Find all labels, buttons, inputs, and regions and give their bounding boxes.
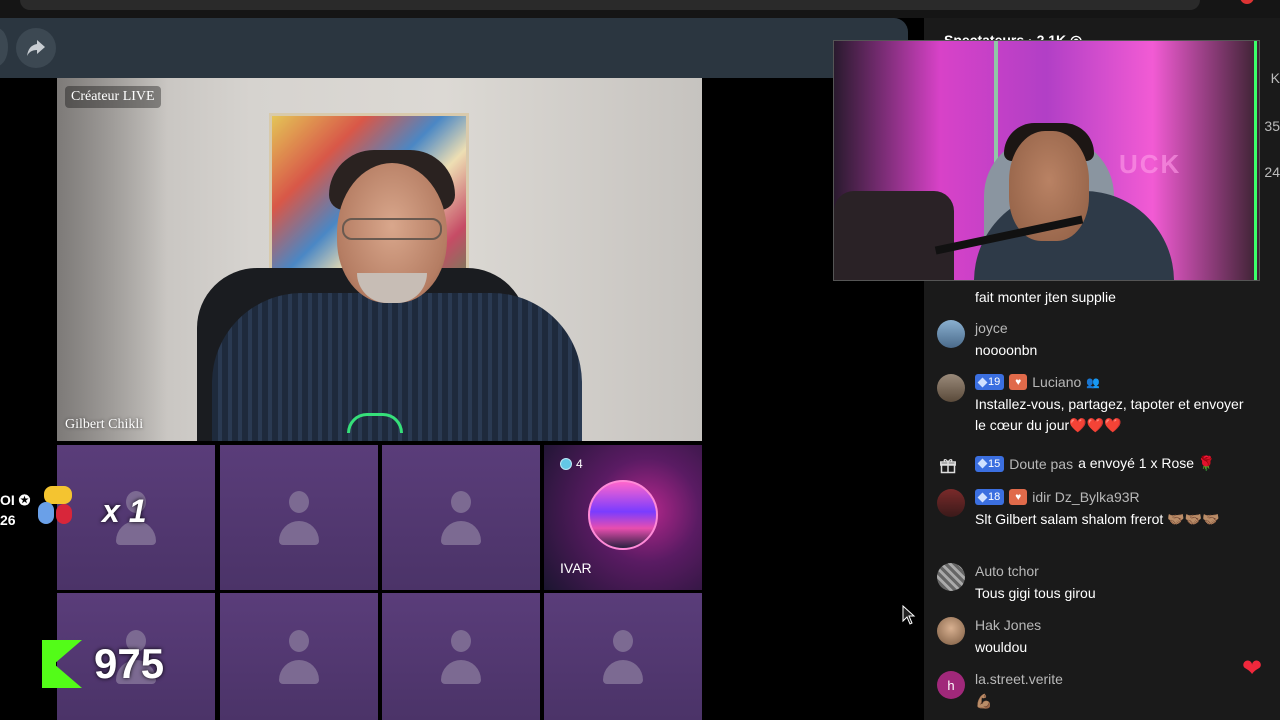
guest-slot-2[interactable] <box>220 445 378 590</box>
person-placeholder-icon <box>603 629 643 684</box>
username-text: Hak Jones <box>975 617 1042 633</box>
host-glasses <box>342 218 442 240</box>
guest-slot-3[interactable] <box>382 445 540 590</box>
chat-username[interactable]: 18 ♥ idir Dz_Bylka93R <box>975 489 1140 505</box>
guest-name: IVAR <box>560 560 592 576</box>
person-placeholder-icon <box>279 629 319 684</box>
guest-slot-6[interactable] <box>220 593 378 720</box>
heart-icon: ♥ <box>1009 374 1028 390</box>
screen: Créateur LIVE Gilbert Chikli 4 IVAR OI ✪… <box>0 0 1280 720</box>
chat-username[interactable]: la.street.verite <box>975 671 1063 687</box>
heart-icon: ♥ <box>1009 489 1028 505</box>
guest-slot-8[interactable] <box>544 593 702 720</box>
avatar[interactable] <box>937 617 965 645</box>
gem-icon <box>560 458 572 470</box>
chat-username[interactable]: joyce <box>975 320 1008 336</box>
level-badge: 18 <box>975 489 1005 505</box>
person-icon: 👥 <box>1086 376 1100 389</box>
chat-username[interactable]: 19 ♥ Luciano 👥 <box>975 374 1100 390</box>
chat-message-text: Tous gigi tous girou <box>975 585 1096 601</box>
top-bar <box>0 18 908 78</box>
gift-icon <box>937 455 959 477</box>
avatar <box>588 479 658 550</box>
kick-count: 975 <box>94 640 165 687</box>
avatar[interactable] <box>937 374 965 402</box>
chat-message-text: fait monter jten supplie <box>975 289 1116 305</box>
diamond-icon <box>977 377 988 387</box>
browser-strip <box>0 0 1280 18</box>
overlay-stats: OI ✪ 26 <box>0 490 30 530</box>
chat-message-text: noooonbn <box>975 342 1038 358</box>
avatar[interactable]: h <box>937 671 965 699</box>
host-name[interactable]: Gilbert Chikli <box>65 417 143 433</box>
level-number: 15 <box>988 457 1001 470</box>
avatar-letter: h <box>947 677 955 693</box>
neon-edge <box>1254 41 1257 280</box>
gift-text: a envoyé 1 x Rose 🌹 <box>1078 455 1216 471</box>
level-badge: 15 <box>975 455 1005 472</box>
host-video[interactable]: Créateur LIVE Gilbert Chikli <box>57 78 702 441</box>
chat-message[interactable]: 18 ♥ idir Dz_Bylka93R Slt Gilbert salam … <box>937 489 1257 553</box>
back-button[interactable] <box>0 28 8 66</box>
guest-slot-7[interactable] <box>382 593 540 720</box>
couch <box>834 191 954 280</box>
chat-message-text: Installez-vous, partagez, tapoter et env… <box>975 396 1244 433</box>
gift-line: 15 Doute pas a envoyé 1 x Rose 🌹 <box>975 455 1215 472</box>
kick-counter: 975 <box>42 640 164 688</box>
kick-logo-icon <box>42 640 82 688</box>
chat-message-text: wouldou <box>975 639 1028 655</box>
chat-message-text: Slt Gilbert salam shalom frerot 🤝🏽🤝🏽🤝🏽 <box>975 511 1220 527</box>
avatar[interactable] <box>937 320 965 348</box>
chat-message[interactable]: Auto tchor Tous gigi tous girou <box>937 563 1257 607</box>
creator-live-badge: Créateur LIVE <box>65 86 161 108</box>
overlay-text-2: 26 <box>0 512 16 528</box>
right-number-2: 35 <box>1264 118 1280 134</box>
level-number: 18 <box>988 491 1001 503</box>
username-text[interactable]: Doute pas <box>1009 456 1073 472</box>
username-text: la.street.verite <box>975 671 1063 687</box>
chat-message[interactable]: 19 ♥ Luciano 👥 Installez-vous, partagez,… <box>937 374 1257 438</box>
person-placeholder-icon <box>441 629 481 684</box>
share-button[interactable] <box>16 28 56 68</box>
level-badge: 19 <box>975 374 1005 390</box>
guest-slot-ivar[interactable]: 4 IVAR <box>544 445 702 590</box>
chat-message[interactable]: fait monter jten supplie <box>937 287 1257 311</box>
gift-message[interactable]: 15 Doute pas a envoyé 1 x Rose 🌹 <box>937 453 1257 477</box>
guest-badge: 4 <box>560 457 583 471</box>
wall-shade <box>57 78 167 441</box>
right-number-1: K <box>1270 70 1280 86</box>
avatar[interactable] <box>937 563 965 591</box>
multiplier-text: x 1 <box>102 493 147 529</box>
avatar[interactable] <box>937 489 965 517</box>
person-placeholder-icon <box>441 490 481 545</box>
neon-sign: UCK <box>1119 149 1182 179</box>
username-text: Luciano <box>1032 374 1082 390</box>
username-text: joyce <box>975 320 1008 336</box>
heart-icon: ❤ <box>1242 655 1263 682</box>
diamond-icon <box>977 492 988 502</box>
chat-username[interactable]: Hak Jones <box>975 617 1041 633</box>
username-text: idir Dz_Bylka93R <box>1032 489 1140 505</box>
username-text: Auto tchor <box>975 563 1039 579</box>
chat-username[interactable]: Auto tchor <box>975 563 1039 579</box>
emoji-stack-icon <box>38 486 78 532</box>
right-number-3: 24 <box>1264 164 1280 180</box>
recording-indicator <box>1240 0 1254 4</box>
streamer-webcam: UCK <box>833 40 1260 281</box>
guest-badge-count: 4 <box>576 457 583 471</box>
chat-message[interactable]: h la.street.verite 💪🏽 <box>937 671 1257 715</box>
level-number: 19 <box>988 376 1001 388</box>
address-bar[interactable] <box>20 0 1200 10</box>
chat-message-text: 💪🏽 <box>975 693 993 709</box>
mic-light <box>347 413 403 433</box>
share-icon <box>27 40 45 56</box>
overlay-text-1: OI ✪ <box>0 492 31 508</box>
person-placeholder-icon <box>279 490 319 545</box>
cursor-icon <box>902 605 916 625</box>
diamond-icon <box>977 458 988 469</box>
chat-message[interactable]: joyce noooonbn <box>937 320 1257 364</box>
chat-message[interactable]: Hak Jones wouldou <box>937 617 1257 661</box>
